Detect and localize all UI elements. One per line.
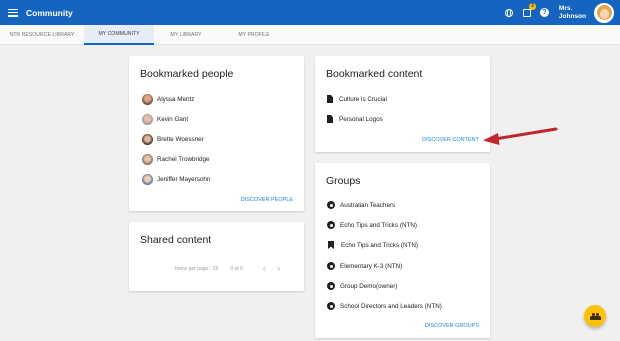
pagination: Items per page: 25 0 of 0 ‹ › (175, 264, 280, 273)
group-add-icon (589, 312, 601, 320)
discover-groups-link[interactable]: DISCOVER GROUPS (425, 323, 479, 329)
group-item[interactable]: Australian Teachers (327, 201, 395, 209)
group-icon (327, 201, 335, 209)
group-name: Group Demo(owner) (340, 282, 398, 290)
shared-content-card: Shared content Items per page: 25 0 of 0… (129, 222, 304, 291)
group-item[interactable]: Group Demo(owner) (327, 282, 397, 290)
content-item[interactable]: Personal Logos (327, 115, 383, 123)
user-name-line2: Johnson (558, 12, 586, 20)
person-name: Brette Woessner (157, 136, 204, 143)
items-per-page-select[interactable]: 25 (213, 266, 219, 272)
avatar[interactable] (594, 2, 614, 23)
person-item[interactable]: Jeniffer Mayersohn (142, 174, 210, 185)
group-name: Australian Teachers (340, 201, 396, 209)
avatar (142, 114, 153, 125)
bookmark-icon (328, 241, 334, 249)
person-name: Jeniffer Mayersohn (157, 176, 211, 183)
avatar (142, 174, 153, 185)
document-icon (327, 95, 333, 103)
content-title: Culture is Crucial (339, 95, 387, 103)
avatar (142, 154, 153, 165)
groups-card: Groups Australian Teachers Echo Tips and… (315, 163, 490, 338)
group-icon (327, 282, 335, 290)
card-title: Shared content (140, 234, 212, 246)
person-item[interactable]: Kevin Gant (142, 114, 188, 125)
items-per-page-label: Items per page: (175, 265, 210, 272)
person-name: Kevin Gant (157, 116, 189, 123)
content-item[interactable]: Culture is Crucial (327, 95, 387, 103)
content-title: Personal Logos (339, 115, 383, 123)
app-title: Community (26, 7, 73, 18)
globe-icon[interactable] (504, 8, 513, 17)
clipboard-icon (522, 8, 531, 17)
app-bar-actions: 3 ? Mrs. Johnson (504, 0, 614, 25)
tab-my-community[interactable]: MY COMMUNITY (84, 25, 154, 45)
card-title: Groups (326, 175, 361, 187)
app-bar: Community 3 ? Mrs. Johnson (0, 0, 620, 25)
bookmarked-content-card: Bookmarked content Culture is Crucial Pe… (315, 56, 490, 152)
discover-content-link[interactable]: DISCOVER CONTENT (422, 137, 479, 143)
group-name: Elementary K-3 (NTN) (340, 262, 403, 270)
avatar (142, 134, 153, 145)
group-icon (327, 302, 335, 310)
group-item[interactable]: Echo Tips and Tricks (NTN) (327, 221, 417, 229)
document-icon (327, 115, 333, 123)
group-name: School Directors and Leaders (NTN) (340, 302, 442, 310)
user-name[interactable]: Mrs. Johnson (559, 5, 586, 20)
group-add-fab[interactable] (584, 305, 606, 327)
user-name-line1: Mrs. (558, 5, 573, 12)
person-name: Alyssa Mentz (157, 96, 195, 103)
person-name: Rachel Trowbridge (157, 156, 210, 163)
notifications-button[interactable]: 3 (522, 2, 536, 17)
hamburger-icon[interactable] (8, 8, 18, 17)
annotation-arrow (483, 127, 558, 145)
group-item[interactable]: Echo Tips and Tricks (NTN) (327, 241, 418, 249)
group-item[interactable]: Elementary K-3 (NTN) (327, 262, 402, 270)
group-name: Echo Tips and Tricks (NTN) (340, 221, 417, 229)
prev-page-button[interactable]: ‹ (263, 264, 266, 273)
next-page-button[interactable]: › (278, 264, 281, 273)
group-icon (327, 221, 335, 229)
avatar (142, 94, 153, 105)
tab-my-library[interactable]: MY LIBRARY (154, 25, 218, 45)
group-icon (327, 262, 335, 270)
person-item[interactable]: Alyssa Mentz (142, 94, 194, 105)
card-title: Bookmarked content (326, 68, 423, 80)
page-range: 0 of 0 (230, 265, 243, 272)
discover-people-link[interactable]: DISCOVER PEOPLE (241, 197, 293, 203)
card-title: Bookmarked people (140, 68, 234, 80)
help-icon[interactable]: ? (539, 8, 549, 17)
tab-ntn-resource-library[interactable]: NTN RESOURCE LIBRARY (0, 25, 84, 45)
tab-my-profile[interactable]: MY PROFILE (218, 25, 290, 45)
tab-bar: NTN RESOURCE LIBRARY MY COMMUNITY MY LIB… (0, 25, 620, 45)
group-name: Echo Tips and Tricks (NTN) (341, 241, 418, 249)
bookmarked-people-card: Bookmarked people Alyssa Mentz Kevin Gan… (129, 56, 304, 211)
group-item[interactable]: School Directors and Leaders (NTN) (327, 302, 442, 310)
person-item[interactable]: Brette Woessner (142, 134, 204, 145)
notification-badge: 3 (528, 2, 536, 10)
person-item[interactable]: Rachel Trowbridge (142, 154, 210, 165)
